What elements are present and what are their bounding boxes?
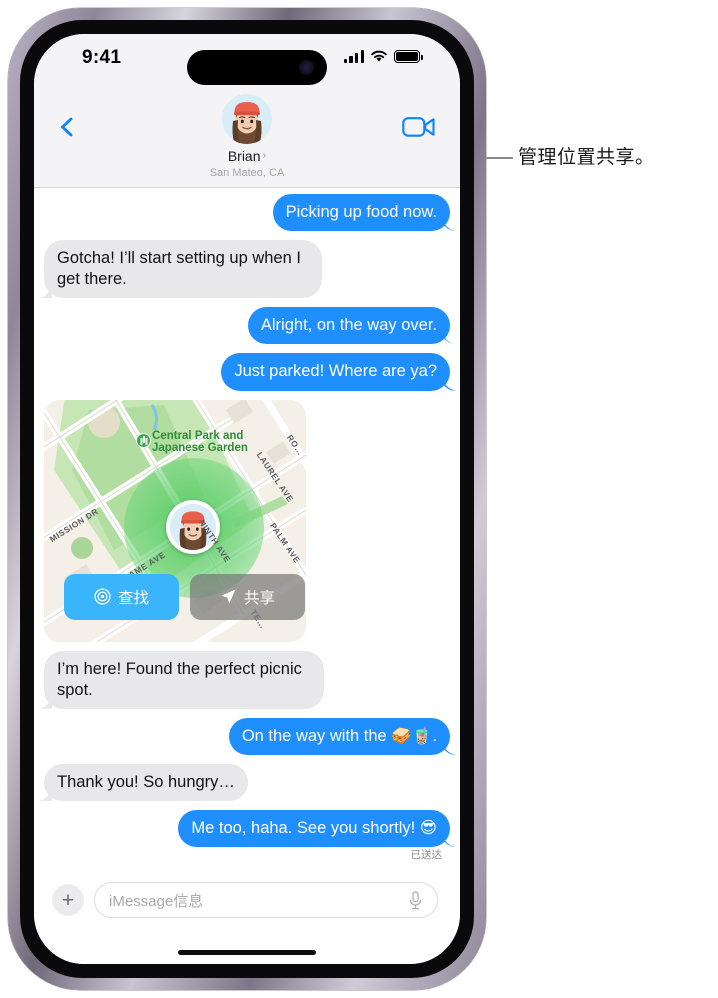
contact-name: Brian xyxy=(227,148,261,164)
message-input-placeholder: iMessage信息 xyxy=(109,892,204,910)
contact-name-row[interactable]: Brian › xyxy=(228,148,266,164)
conversation-header: Brian › San Mateo, CA xyxy=(34,88,460,188)
contact-info[interactable]: Brian › San Mateo, CA xyxy=(34,94,460,179)
front-camera-icon xyxy=(299,60,314,75)
message-bubble-outgoing[interactable]: Alright, on the way over. xyxy=(247,307,450,345)
home-indicator[interactable] xyxy=(178,950,316,955)
message-bubble-outgoing[interactable]: Picking up food now. xyxy=(272,194,450,232)
dynamic-island xyxy=(187,50,327,85)
battery-icon xyxy=(394,50,423,63)
park-marker-icon xyxy=(136,432,151,448)
delivery-status: 已送达 xyxy=(410,849,443,862)
iphone-frame: 9:41 Brian › San Mateo, CA Picking up fo… xyxy=(8,8,486,990)
message-row: Picking up food now. xyxy=(44,194,450,232)
message-bubble-incoming[interactable]: I’m here! Found the perfect picnic spot. xyxy=(44,650,324,709)
share-button[interactable]: 共享 xyxy=(190,573,305,620)
wifi-icon xyxy=(371,50,387,62)
find-button[interactable]: 查找 xyxy=(64,573,179,620)
plus-attachment-icon[interactable]: + xyxy=(52,884,84,916)
iphone-bezel: 9:41 Brian › San Mateo, CA Picking up fo… xyxy=(20,20,474,978)
message-row: On the way with the 🥪🧋. xyxy=(44,717,450,755)
message-row: Thank you! So hungry… xyxy=(44,763,450,801)
radar-find-icon xyxy=(94,588,111,605)
status-time: 9:41 xyxy=(82,47,122,68)
message-row: Gotcha! I’ll start setting up when I get… xyxy=(44,240,450,299)
status-bar: 9:41 xyxy=(34,34,460,88)
chevron-right-icon: › xyxy=(262,149,267,162)
message-bubble-outgoing[interactable]: On the way with the 🥪🧋. xyxy=(228,717,450,755)
message-bubble-outgoing[interactable]: Just parked! Where are ya? xyxy=(221,353,450,391)
message-row: I’m here! Found the perfect picnic spot. xyxy=(44,650,450,709)
callout-label: 管理位置共享。 xyxy=(518,146,655,168)
find-button-label: 查找 xyxy=(117,589,149,607)
map-actions: 查找 共享 xyxy=(64,573,305,620)
message-input-bar: + iMessage信息 xyxy=(34,872,460,964)
share-button-label: 共享 xyxy=(243,589,275,607)
shared-location-map-card[interactable]: Central Park and Japanese Garden MISSION… xyxy=(44,399,306,642)
message-row: Me too, haha. See you shortly! 😎 xyxy=(44,809,450,848)
iphone-screen: 9:41 Brian › San Mateo, CA Picking up fo… xyxy=(34,34,460,964)
avatar[interactable] xyxy=(222,94,272,144)
microphone-icon[interactable] xyxy=(408,890,423,910)
message-bubble-incoming[interactable]: Thank you! So hungry… xyxy=(44,763,248,801)
message-input-field[interactable]: iMessage信息 xyxy=(94,882,438,918)
cellular-signal-icon xyxy=(343,50,364,63)
memoji-avatar xyxy=(222,94,272,144)
navigation-arrow-icon xyxy=(221,589,236,604)
status-indicators xyxy=(343,50,423,63)
message-bubble-outgoing[interactable]: Me too, haha. See you shortly! 😎 xyxy=(178,809,450,848)
message-list[interactable]: Picking up food now. Gotcha! I’ll start … xyxy=(34,188,460,872)
message-row: Central Park and Japanese Garden MISSION… xyxy=(44,399,450,642)
contact-location: San Mateo, CA xyxy=(209,167,285,179)
message-row: Just parked! Where are ya? xyxy=(44,353,450,391)
message-row: Alright, on the way over. xyxy=(44,307,450,345)
message-bubble-incoming[interactable]: Gotcha! I’ll start setting up when I get… xyxy=(44,240,322,299)
screenshot-root: 管理位置共享。 9:41 Brian › San Mateo, CA Picki… xyxy=(0,0,718,998)
map-park-label: Central Park and Japanese Garden xyxy=(152,429,248,455)
